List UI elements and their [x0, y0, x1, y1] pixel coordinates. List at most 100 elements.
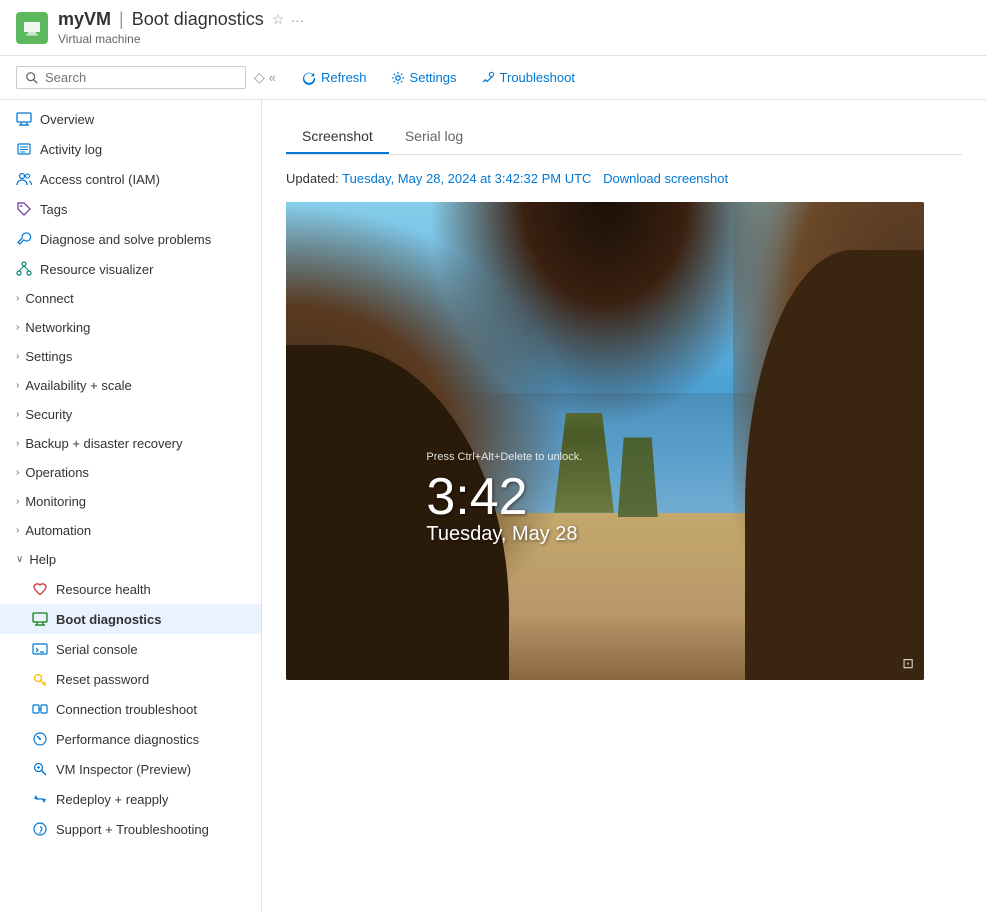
chevron-right-icon: ›: [16, 293, 19, 304]
cave-scene: Press Ctrl+Alt+Delete to unlock. 3:42 Tu…: [286, 202, 924, 680]
tab-serial-log[interactable]: Serial log: [389, 120, 479, 154]
people-icon: [16, 171, 32, 187]
sidebar-item-connect[interactable]: › Connect: [0, 284, 261, 313]
chevron-right-icon: ›: [16, 525, 19, 536]
chevron-right-icon: ›: [16, 496, 19, 507]
resource-type: Virtual machine: [58, 32, 304, 46]
activity-log-label: Activity log: [40, 142, 102, 157]
sidebar-item-backup[interactable]: › Backup + disaster recovery: [0, 429, 261, 458]
sea-stack-2: [618, 437, 658, 517]
time-display: 3:42 Tuesday, May 28: [426, 471, 577, 546]
connection-troubleshoot-label: Connection troubleshoot: [56, 702, 197, 717]
sidebar-item-tags[interactable]: Tags: [0, 194, 261, 224]
heart-icon: [32, 581, 48, 597]
chevron-right-icon: ›: [16, 438, 19, 449]
sidebar-item-networking[interactable]: › Networking: [0, 313, 261, 342]
screenshot-icon: ⊡: [902, 655, 914, 672]
sidebar-item-diagnose[interactable]: Diagnose and solve problems: [0, 224, 261, 254]
boot-diagnostics-label: Boot diagnostics: [56, 612, 161, 627]
settings-icon: [391, 71, 405, 85]
sidebar-item-boot-diagnostics[interactable]: Boot diagnostics: [0, 604, 261, 634]
sidebar-item-help[interactable]: ∨ Help: [0, 545, 261, 574]
page-title: Boot diagnostics: [132, 9, 264, 30]
troubleshoot-button[interactable]: Troubleshoot: [471, 66, 585, 89]
sidebar-item-availability-scale[interactable]: › Availability + scale: [0, 371, 261, 400]
troubleshoot-icon: [481, 71, 495, 85]
lock-date: Tuesday, May 28: [426, 523, 577, 546]
search-box[interactable]: [16, 66, 246, 89]
sidebar-item-serial-console[interactable]: Serial console: [0, 634, 261, 664]
search-input[interactable]: [45, 70, 237, 85]
sidebar-item-redeploy[interactable]: Redeploy + reapply: [0, 784, 261, 814]
sidebar-item-connection-troubleshoot[interactable]: Connection troubleshoot: [0, 694, 261, 724]
monitoring-label: Monitoring: [25, 494, 86, 509]
operations-label: Operations: [25, 465, 89, 480]
sidebar-item-performance-diagnostics[interactable]: Performance diagnostics: [0, 724, 261, 754]
settings-button[interactable]: Settings: [381, 66, 467, 89]
availability-label: Availability + scale: [25, 378, 131, 393]
lock-text: Press Ctrl+Alt+Delete to unlock.: [426, 451, 582, 463]
automation-label: Automation: [25, 523, 91, 538]
settings-nav-label: Settings: [25, 349, 72, 364]
tag-icon: [16, 201, 32, 217]
sidebar-item-support[interactable]: Support + Troubleshooting: [0, 814, 261, 844]
refresh-label: Refresh: [321, 70, 367, 85]
wrench-icon: [16, 231, 32, 247]
updated-text: Updated:: [286, 171, 339, 186]
redeploy-label: Redeploy + reapply: [56, 792, 168, 807]
sidebar-item-activity-log[interactable]: Activity log: [0, 134, 261, 164]
sidebar-item-resource-visualizer[interactable]: Resource visualizer: [0, 254, 261, 284]
sidebar-item-security[interactable]: › Security: [0, 400, 261, 429]
refresh-button[interactable]: Refresh: [292, 66, 377, 89]
sidebar: Overview Activity log Access control (IA…: [0, 100, 262, 912]
tab-screenshot[interactable]: Screenshot: [286, 120, 389, 154]
sidebar-item-automation[interactable]: › Automation: [0, 516, 261, 545]
monitor2-icon: [32, 611, 48, 627]
sidebar-item-monitoring[interactable]: › Monitoring: [0, 487, 261, 516]
more-options-icon[interactable]: ···: [290, 12, 304, 28]
content-tabs: Screenshot Serial log: [286, 120, 962, 155]
settings-label: Settings: [410, 70, 457, 85]
sidebar-item-operations[interactable]: › Operations: [0, 458, 261, 487]
lock-time: 3:42: [426, 471, 577, 523]
sidebar-item-vm-inspector[interactable]: VM Inspector (Preview): [0, 754, 261, 784]
sidebar-item-resource-health[interactable]: Resource health: [0, 574, 261, 604]
collapse-icon[interactable]: «: [269, 70, 276, 85]
resource-visualizer-label: Resource visualizer: [40, 262, 153, 277]
diagnose-label: Diagnose and solve problems: [40, 232, 211, 247]
sidebar-item-settings[interactable]: › Settings: [0, 342, 261, 371]
chevron-down-icon: ∨: [16, 554, 23, 565]
connect2-icon: [32, 701, 48, 717]
sidebar-item-reset-password[interactable]: Reset password: [0, 664, 261, 694]
overview-label: Overview: [40, 112, 94, 127]
list-icon: [16, 141, 32, 157]
sidebar-item-overview[interactable]: Overview: [0, 104, 261, 134]
troubleshoot-label: Troubleshoot: [500, 70, 575, 85]
header-separator: |: [119, 9, 124, 30]
support-icon: [32, 821, 48, 837]
redeploy-icon: [32, 791, 48, 807]
diagram-icon: [16, 261, 32, 277]
chevron-right-icon: ›: [16, 409, 19, 420]
serial-console-label: Serial console: [56, 642, 138, 657]
favorite-icon[interactable]: ☆: [272, 11, 285, 28]
performance-diagnostics-label: Performance diagnostics: [56, 732, 199, 747]
vm-inspector-label: VM Inspector (Preview): [56, 762, 191, 777]
chevron-right-icon: ›: [16, 322, 19, 333]
refresh-icon: [302, 71, 316, 85]
tags-label: Tags: [40, 202, 67, 217]
search-icon: [25, 71, 39, 85]
sidebar-item-access-control[interactable]: Access control (IAM): [0, 164, 261, 194]
resource-health-label: Resource health: [56, 582, 151, 597]
monitor-icon: [16, 111, 32, 127]
screenshot-display: Press Ctrl+Alt+Delete to unlock. 3:42 Tu…: [286, 202, 924, 680]
connect-label: Connect: [25, 291, 73, 306]
main-content: Screenshot Serial log Updated: Tuesday, …: [262, 100, 986, 912]
diamond-icon[interactable]: ◇: [254, 69, 265, 86]
download-screenshot-link[interactable]: Download screenshot: [603, 171, 728, 186]
page-header: myVM | Boot diagnostics ☆ ··· Virtual ma…: [0, 0, 986, 56]
networking-label: Networking: [25, 320, 90, 335]
update-info: Updated: Tuesday, May 28, 2024 at 3:42:3…: [286, 171, 962, 186]
vm-name: myVM: [58, 9, 111, 30]
header-title-group: myVM | Boot diagnostics ☆ ··· Virtual ma…: [58, 9, 304, 46]
